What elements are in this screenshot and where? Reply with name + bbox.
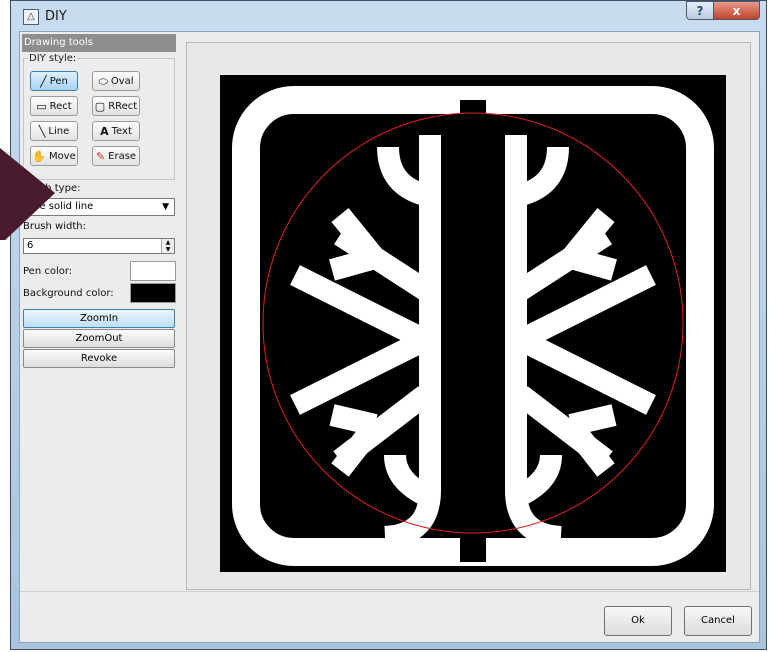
dialog-client-area: Drawing tools DIY style: ╱ Pen ⬭ Oval ▭ Rec…	[19, 31, 760, 643]
brush-width-value: 6	[27, 240, 34, 251]
drawing-area	[186, 42, 751, 590]
close-button[interactable]: x	[714, 1, 760, 20]
background-color-label: Background color:	[23, 287, 114, 299]
pen-color-swatch[interactable]	[130, 261, 176, 281]
tree-logo-drawing	[220, 75, 726, 572]
chevron-down-icon: ▼	[162, 202, 169, 212]
brush-width-spinbox[interactable]: 6 ▲ ▼	[23, 238, 175, 254]
title-bar[interactable]: △ DIY ? x	[11, 1, 766, 31]
oval-label: Oval	[110, 75, 134, 87]
drawing-canvas[interactable]	[220, 75, 726, 572]
rrect-button[interactable]: ▢ RRect	[92, 96, 140, 116]
ok-button[interactable]: Ok	[604, 606, 672, 636]
help-button[interactable]: ?	[686, 1, 714, 20]
oval-icon: ⬭	[98, 74, 108, 88]
cancel-button[interactable]: Cancel	[684, 606, 752, 636]
rounded-rect-icon: ▢	[94, 99, 106, 113]
zoom-in-button[interactable]: ZoomIn	[23, 309, 175, 328]
text-button[interactable]: A Text	[92, 121, 140, 141]
pen-color-label: Pen color:	[23, 265, 73, 277]
pointer-arrow-overlay	[0, 148, 55, 240]
eraser-icon: ✎	[95, 149, 106, 163]
diy-window: △ DIY ? x Drawing tools DIY style: ╱ Pen …	[10, 0, 767, 650]
erase-button[interactable]: ✎ Erase	[92, 146, 140, 166]
rrect-label: RRect	[108, 100, 138, 112]
revoke-button[interactable]: Revoke	[23, 349, 175, 368]
zoom-out-button[interactable]: ZoomOut	[23, 329, 175, 348]
spin-arrows-icon[interactable]: ▲ ▼	[161, 239, 174, 253]
dialog-button-bar: Ok Cancel	[20, 591, 759, 642]
oval-button[interactable]: ⬭ Oval	[92, 71, 140, 91]
text-label: Text	[111, 125, 132, 137]
text-icon: A	[100, 124, 109, 138]
background-color-swatch[interactable]	[130, 283, 176, 303]
erase-label: Erase	[108, 150, 137, 162]
